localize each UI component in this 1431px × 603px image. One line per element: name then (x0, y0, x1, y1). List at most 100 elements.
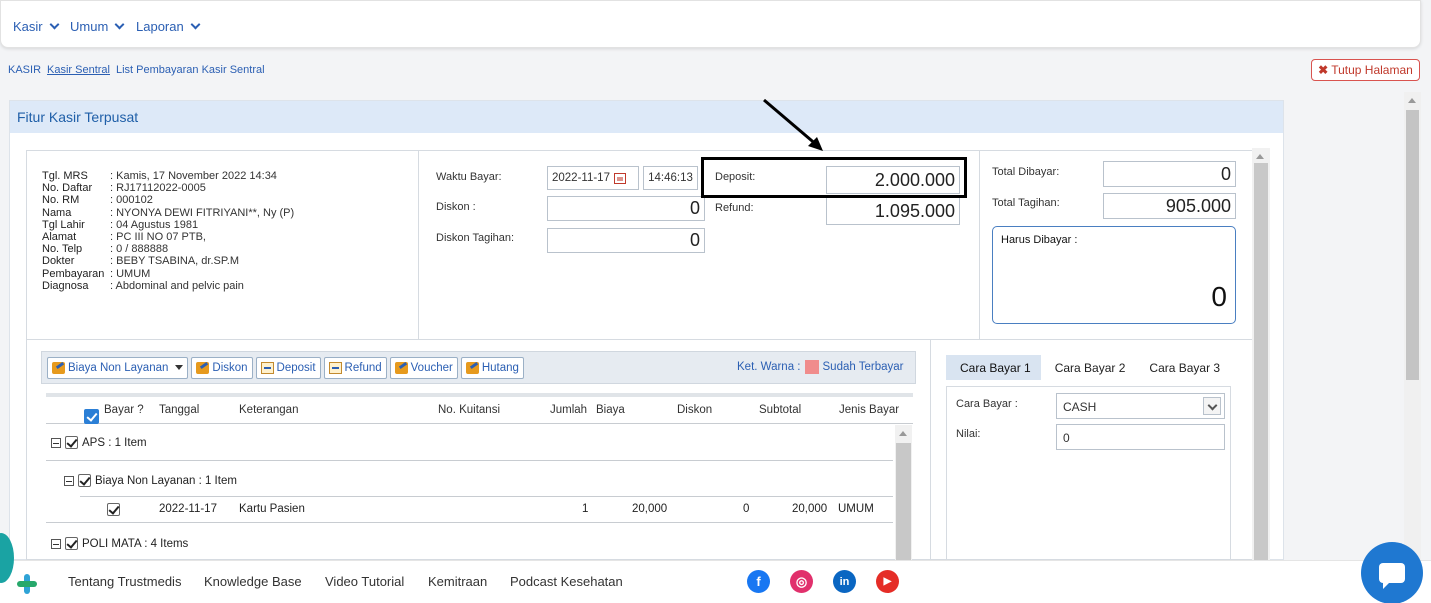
group-row-aps[interactable]: APS : 1 Item (51, 436, 147, 449)
facebook-icon[interactable]: f (747, 570, 770, 593)
tab-cara-bayar-1[interactable]: Cara Bayar 1 (946, 355, 1041, 380)
total-tagihan-label: Total Tagihan: (992, 197, 1060, 209)
scroll-thumb[interactable] (1406, 110, 1419, 380)
deposit-highlight-box (701, 157, 967, 198)
collapse-icon[interactable] (51, 538, 61, 549)
waktu-date-value: 2022-11-17 (552, 172, 610, 184)
total-dibayar-value: 0 (1220, 163, 1231, 184)
grid-header: Bayar ? Tanggal Keterangan No. Kuitansi … (46, 396, 913, 424)
waktu-time-field[interactable]: 14:46:13 (643, 166, 698, 190)
cell-jenis-bayar: UMUM (838, 503, 874, 515)
diskon-tagihan-input[interactable]: 0 (547, 228, 705, 253)
voucher-button[interactable]: Voucher (389, 356, 458, 379)
col-biaya: Biaya (596, 404, 625, 416)
group-label: APS : 1 Item (82, 436, 147, 449)
edit-icon (394, 361, 408, 374)
refund-button[interactable]: Refund (323, 356, 387, 379)
patient-label: Nama (42, 206, 72, 219)
footer-link-video[interactable]: Video Tutorial (325, 574, 404, 589)
scroll-thumb[interactable] (1254, 163, 1268, 562)
cara-bayar-value: CASH (1063, 400, 1097, 414)
biaya-non-layanan-button[interactable]: Biaya Non Layanan (47, 356, 189, 379)
edit-icon (52, 361, 65, 374)
document-icon (260, 361, 274, 374)
collapse-icon[interactable] (64, 475, 74, 486)
group-row-poli-mata[interactable]: POLI MATA : 4 Items (51, 537, 188, 550)
hutang-button-label: Hutang (481, 361, 519, 374)
patient-value: : Abdominal and pelvic pain (110, 279, 244, 292)
divider (979, 150, 980, 340)
checkbox-icon[interactable] (65, 537, 78, 550)
patient-value: : Kamis, 17 November 2022 14:34 (110, 170, 277, 182)
menu-kasir[interactable]: Kasir (13, 19, 62, 34)
cell-tanggal: 2022-11-17 (159, 503, 217, 515)
breadcrumb-list-pembayaran[interactable]: List Pembayaran Kasir Sentral (116, 64, 265, 76)
row-checkbox[interactable] (107, 503, 120, 516)
nilai-value: 0 (1063, 431, 1070, 445)
footer: Tentang Trustmedis Knowledge Base Video … (0, 560, 1431, 603)
patient-value: : NYONYA DEWI FITRIYANI**, Ny (P) (110, 206, 295, 219)
menu-laporan[interactable]: Laporan (136, 19, 203, 34)
patient-label: Tgl. MRS (42, 170, 88, 182)
instagram-icon[interactable]: ◎ (790, 570, 813, 593)
chevron-down-icon[interactable] (1203, 397, 1221, 415)
color-legend-label: Ket. Warna : (737, 361, 801, 373)
chevron-down-icon (114, 19, 125, 30)
checkbox-icon[interactable] (78, 474, 91, 487)
row-divider (80, 496, 893, 497)
scroll-thumb[interactable] (896, 443, 911, 562)
col-jumlah: Jumlah (550, 404, 588, 416)
breadcrumb-kasir-sentral[interactable]: Kasir Sentral (47, 64, 110, 76)
trustmedis-logo-icon (17, 574, 37, 594)
chat-button[interactable] (1361, 542, 1423, 603)
top-navbar: Kasir Umum Laporan (0, 0, 1421, 48)
nilai-input[interactable]: 0 (1056, 424, 1225, 450)
breadcrumb-kasir[interactable]: KASIR (8, 64, 41, 76)
patient-value: : RJ17112022-0005 (110, 182, 206, 195)
scroll-up-icon[interactable] (1256, 154, 1264, 159)
grid-scrollbar[interactable] (895, 425, 912, 562)
scroll-up-icon[interactable] (899, 431, 907, 436)
tab-cara-bayar-3[interactable]: Cara Bayar 3 (1135, 355, 1230, 380)
diskon-input[interactable]: 0 (547, 196, 705, 221)
footer-link-tentang[interactable]: Tentang Trustmedis (68, 574, 181, 589)
tab-cara-bayar-2[interactable]: Cara Bayar 2 (1041, 355, 1136, 380)
panel-title: Fitur Kasir Terpusat (10, 101, 1283, 133)
calendar-icon[interactable] (613, 172, 626, 184)
patient-row: Alamat: PC III NO 07 PTB, (42, 231, 294, 243)
footer-link-knowledge[interactable]: Knowledge Base (204, 574, 302, 589)
cara-bayar-select[interactable]: CASH (1056, 393, 1225, 419)
total-tagihan-field: 905.000 (1103, 193, 1236, 219)
menu-umum[interactable]: Umum (70, 19, 127, 34)
group-label: POLI MATA : 4 Items (82, 537, 189, 550)
patient-row: No. Telp: 0 / 888888 (42, 243, 294, 255)
footer-link-podcast[interactable]: Podcast Kesehatan (510, 574, 623, 589)
youtube-icon[interactable]: ▶ (876, 570, 899, 593)
row-divider (46, 522, 893, 523)
diskon-button[interactable]: Diskon (191, 356, 253, 379)
hutang-button[interactable]: Hutang (460, 356, 524, 379)
subgroup-label: Biaya Non Layanan : 1 Item (95, 474, 237, 487)
diskon-button-label: Diskon (212, 361, 248, 374)
row-divider (46, 460, 893, 461)
divider (418, 150, 419, 340)
col-bayar: Bayar ? (104, 404, 144, 416)
page-scrollbar[interactable] (1404, 92, 1421, 562)
cell-jumlah: 1 (582, 503, 589, 515)
refund-button-label: Refund (344, 361, 382, 374)
collapse-icon[interactable] (51, 437, 61, 448)
patient-label: Dokter (42, 255, 75, 268)
footer-link-kemitraan[interactable]: Kemitraan (428, 574, 487, 589)
deposit-button[interactable]: Deposit (255, 356, 321, 379)
inner-scrollbar[interactable] (1252, 148, 1270, 562)
close-page-button[interactable]: ✖ Tutup Halaman (1311, 59, 1420, 81)
linkedin-icon[interactable]: in (833, 570, 856, 593)
payment-tabs: Cara Bayar 1 Cara Bayar 2 Cara Bayar 3 (946, 355, 1236, 380)
menu-umum-label: Umum (70, 19, 109, 34)
chevron-down-icon (190, 19, 201, 30)
checkbox-icon (84, 409, 99, 424)
waktu-date-field[interactable]: 2022-11-17 (547, 166, 639, 190)
checkbox-icon[interactable] (65, 436, 78, 449)
scroll-up-icon[interactable] (1408, 98, 1416, 103)
subgroup-row[interactable]: Biaya Non Layanan : 1 Item (64, 474, 237, 487)
